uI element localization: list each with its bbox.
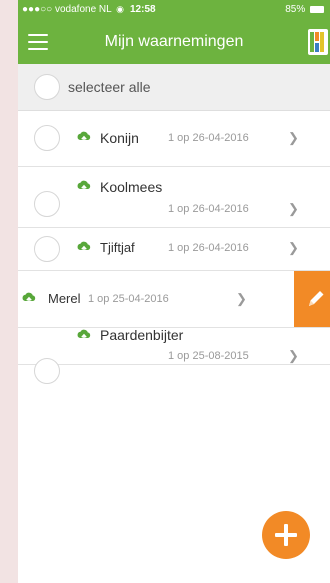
chevron-right-icon: ❯ xyxy=(288,201,299,216)
row-checkbox[interactable] xyxy=(34,191,60,217)
edit-button[interactable] xyxy=(294,271,330,327)
cloud-upload-icon xyxy=(77,180,91,192)
status-bar: ●●●○○ vodafone NL ◉ 12:58 85% xyxy=(18,0,330,20)
observation-row[interactable]: Koolmees 1 op 26-04-2016 ❯ xyxy=(18,167,330,228)
select-all-label: selecteer alle xyxy=(68,79,151,95)
observation-row[interactable]: Konijn 1 op 26-04-2016 ❯ xyxy=(18,111,330,167)
wifi-icon: ◉ xyxy=(116,4,124,14)
observation-name: Konijn xyxy=(100,130,139,146)
cloud-upload-icon xyxy=(22,292,36,304)
carrier-signal: ●●●○○ vodafone NL ◉ xyxy=(22,4,124,15)
select-all-checkbox[interactable] xyxy=(34,74,60,100)
observation-row-swiped[interactable]: Merel 1 op 25-04-2016 ❯ xyxy=(18,271,330,328)
battery-icon xyxy=(310,5,324,13)
row-checkbox[interactable] xyxy=(34,358,60,384)
add-observation-button[interactable] xyxy=(262,511,310,559)
observation-name: Merel xyxy=(48,291,81,306)
observation-count: 1 op 26-04-2016 xyxy=(168,242,249,254)
chevron-right-icon: ❯ xyxy=(288,348,299,363)
chevron-right-icon: ❯ xyxy=(288,130,299,145)
nav-bar: Mijn waarnemingen xyxy=(18,20,330,64)
app-logo-icon[interactable] xyxy=(308,29,328,55)
pencil-icon xyxy=(309,291,324,306)
select-all-row[interactable]: selecteer alle xyxy=(18,64,330,111)
carrier-label: ●●●○○ vodafone NL xyxy=(22,4,112,15)
chevron-right-icon: ❯ xyxy=(236,291,247,306)
page-title: Mijn waarnemingen xyxy=(104,33,244,50)
observation-count: 1 op 25-04-2016 xyxy=(88,293,169,305)
chevron-right-icon: ❯ xyxy=(288,240,299,255)
observation-row[interactable]: Paardenbijter 1 op 25-08-2015 ❯ xyxy=(18,327,330,384)
row-checkbox[interactable] xyxy=(34,236,60,262)
app-screen: ●●●○○ vodafone NL ◉ 12:58 85% Mijn waarn… xyxy=(18,0,330,583)
observation-name: Paardenbijter xyxy=(100,327,184,343)
observation-row[interactable]: Tjiftjaf 1 op 26-04-2016 ❯ xyxy=(18,228,330,271)
clock: 12:58 xyxy=(130,4,156,15)
observation-name: Tjiftjaf xyxy=(100,240,135,255)
observation-count: 1 op 26-04-2016 xyxy=(168,132,249,144)
cloud-upload-icon xyxy=(77,131,91,143)
row-checkbox[interactable] xyxy=(34,125,60,151)
cloud-upload-icon xyxy=(77,241,91,253)
observation-count: 1 op 26-04-2016 xyxy=(168,203,249,215)
observation-count: 1 op 25-08-2015 xyxy=(168,350,249,362)
battery-percent: 85% xyxy=(285,4,306,15)
cloud-upload-icon xyxy=(77,329,91,341)
battery-status: 85% xyxy=(285,4,324,15)
observation-name: Koolmees xyxy=(100,179,163,195)
